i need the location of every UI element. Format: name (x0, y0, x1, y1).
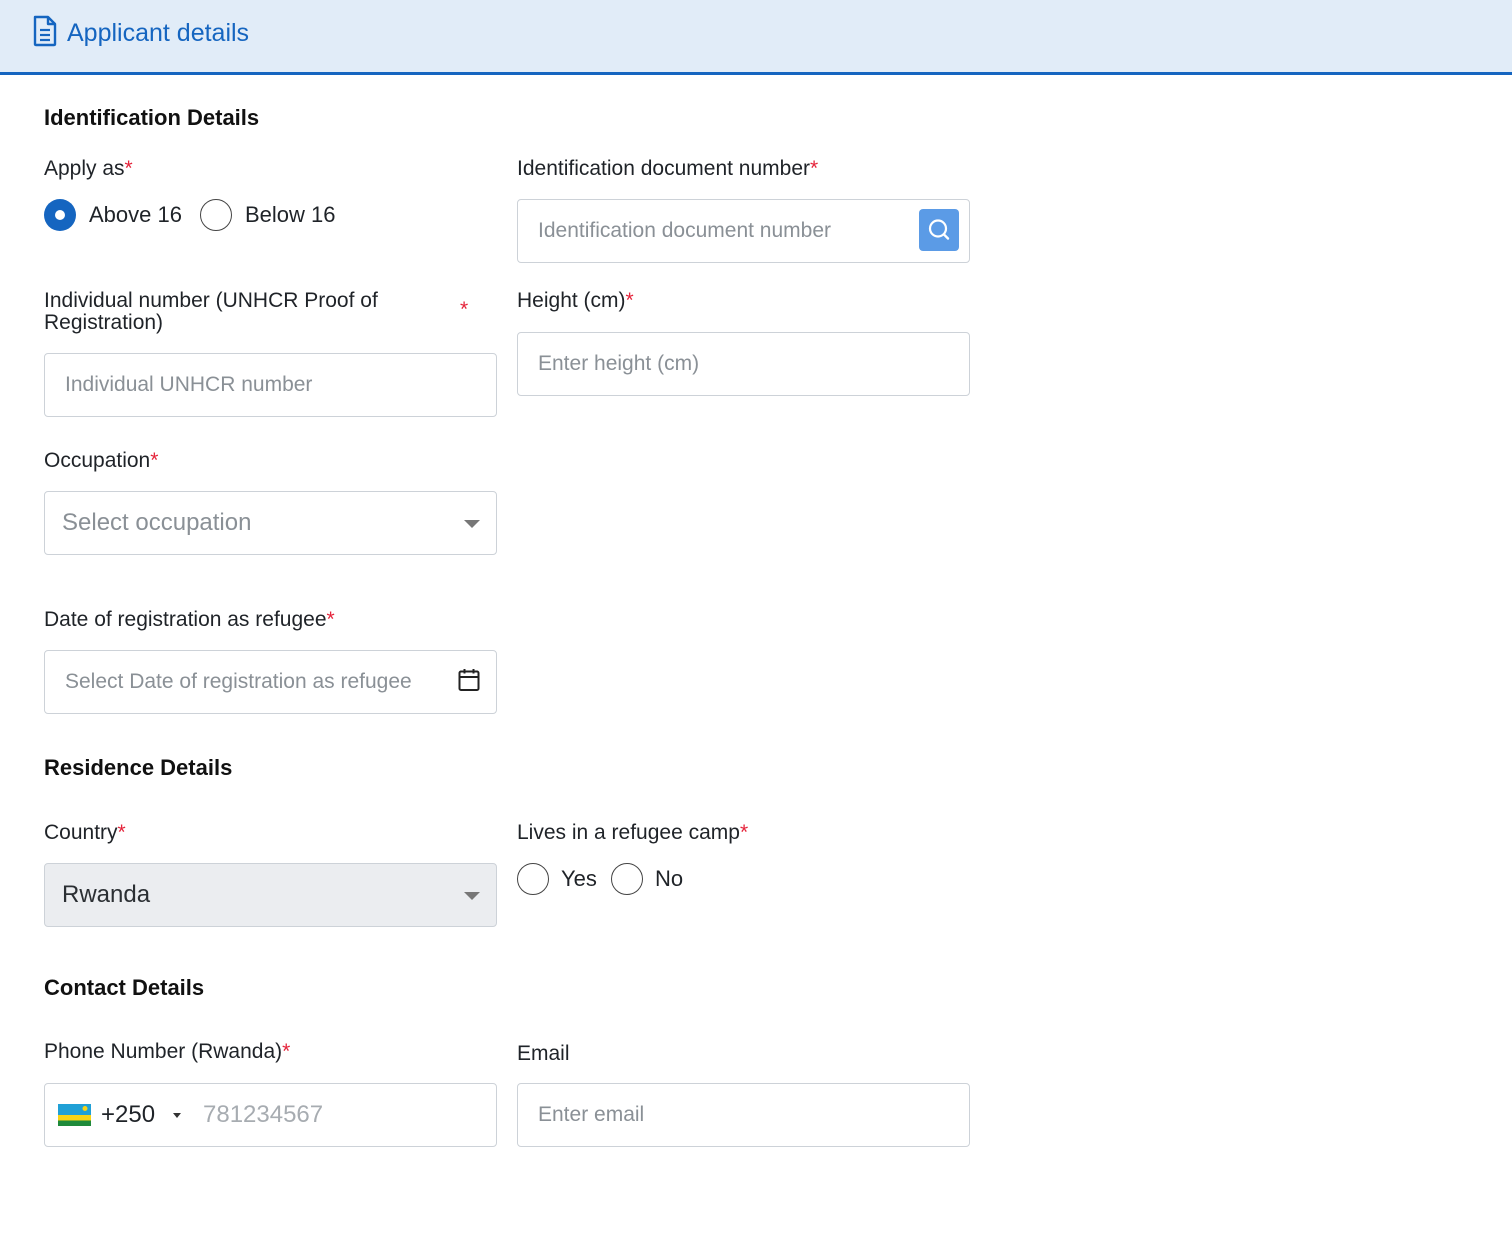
phone-label: Phone Number (Rwanda)* (44, 1040, 291, 1063)
email-input[interactable]: Enter email (517, 1083, 970, 1147)
apply-as-label: Apply as* (44, 157, 133, 180)
page-title: Applicant details (67, 19, 250, 47)
unhcr-label: Individual number (UNHCR Proof of Regist… (44, 289, 378, 334)
section-title-contact: Contact Details (44, 975, 205, 1000)
radio-label-below-16: Below 16 (245, 202, 336, 227)
phone-input[interactable]: +250 781234567 (44, 1083, 497, 1147)
section-title-identification: Identification Details (44, 105, 260, 130)
occupation-label: Occupation* (44, 449, 159, 472)
section-title-residence: Residence Details (44, 755, 233, 780)
email-label: Email (517, 1042, 570, 1065)
document-icon (33, 15, 57, 47)
radio-above-16[interactable] (44, 199, 76, 231)
id-doc-input[interactable]: Identification document number (517, 199, 970, 263)
radio-label-above-16: Above 16 (89, 202, 182, 227)
height-placeholder: Enter height (cm) (538, 352, 700, 375)
rwanda-flag-icon[interactable] (58, 1104, 91, 1126)
country-value: Rwanda (62, 881, 151, 908)
country-label: Country* (44, 821, 126, 844)
reg-date-input[interactable]: Select Date of registration as refugee (44, 650, 497, 714)
occupation-select[interactable]: Select occupation (44, 491, 497, 555)
id-doc-search-button[interactable] (919, 209, 959, 251)
id-doc-placeholder: Identification document number (538, 219, 832, 242)
radio-label-yes: Yes (561, 866, 597, 891)
radio-label-no: No (655, 866, 684, 891)
radio-camp-no[interactable] (611, 863, 643, 895)
calendar-icon[interactable] (458, 668, 480, 692)
height-input[interactable]: Enter height (cm) (517, 332, 970, 396)
search-icon (928, 219, 950, 240)
dial-code[interactable]: +250 (101, 1084, 155, 1146)
unhcr-input[interactable]: Individual UNHCR number (44, 353, 497, 417)
camp-label: Lives in a refugee camp* (517, 821, 749, 844)
reg-date-label: Date of registration as refugee* (44, 608, 335, 631)
occupation-placeholder: Select occupation (62, 509, 252, 536)
email-placeholder: Enter email (538, 1103, 645, 1126)
page-header: Applicant details (0, 0, 1512, 75)
height-label: Height (cm)* (517, 289, 634, 312)
caret-down-icon[interactable] (173, 1113, 181, 1118)
unhcr-required-mark: * (460, 298, 469, 321)
country-select[interactable]: Rwanda (44, 863, 497, 927)
radio-camp-yes[interactable] (517, 863, 549, 895)
chevron-down-icon (464, 520, 480, 528)
reg-date-placeholder: Select Date of registration as refugee (65, 670, 412, 693)
unhcr-placeholder: Individual UNHCR number (65, 373, 313, 396)
id-doc-label: Identification document number* (517, 157, 819, 180)
chevron-down-icon (464, 892, 480, 900)
phone-placeholder: 781234567 (203, 1101, 324, 1128)
radio-below-16[interactable] (200, 199, 232, 231)
